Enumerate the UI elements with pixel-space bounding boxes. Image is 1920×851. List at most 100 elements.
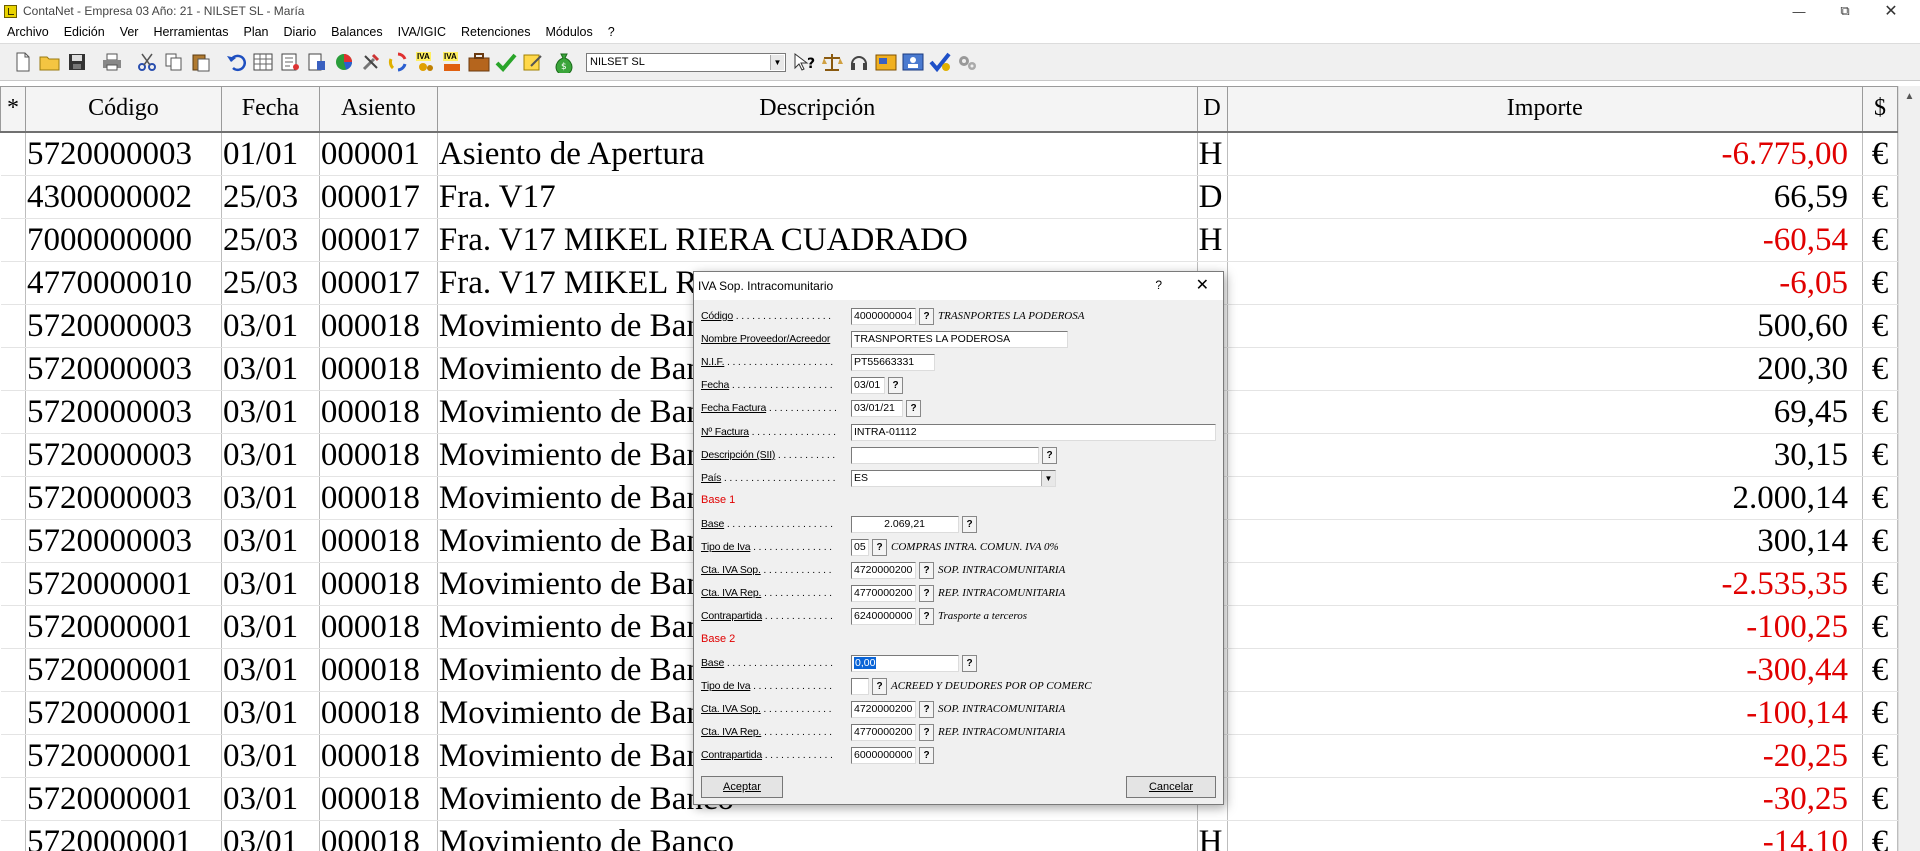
base2-base-input[interactable]: 0,00 — [851, 654, 959, 672]
cell-codigo[interactable]: 5720000003 — [25, 304, 222, 348]
cell-fecha[interactable]: 01/01 — [221, 131, 320, 176]
base2-cta-sop-lookup-button[interactable]: ? — [919, 700, 934, 718]
cell-importe[interactable]: -20,25 — [1227, 734, 1863, 778]
base2-tipo-iva-lookup-button[interactable]: ? — [872, 677, 887, 695]
col-header-star[interactable]: * — [0, 86, 26, 133]
menu-iva-igic[interactable]: IVA/IGIC — [391, 25, 454, 39]
menu-archivo[interactable]: Archivo — [0, 25, 57, 39]
cell-codigo[interactable]: 5720000003 — [25, 519, 222, 563]
cell-star[interactable] — [0, 304, 26, 348]
cell-asiento[interactable]: 000017 — [319, 175, 438, 219]
pie-chart-icon[interactable] — [331, 49, 357, 75]
menu-balances[interactable]: Balances — [324, 25, 390, 39]
base2-cta-rep-lookup-button[interactable]: ? — [919, 723, 934, 741]
headset-icon[interactable] — [846, 49, 872, 75]
col-header-d[interactable]: D — [1196, 86, 1228, 133]
cell-moneda[interactable]: € — [1862, 175, 1898, 219]
iva-repercutido-icon[interactable]: IVA — [439, 49, 465, 75]
base1-base-lookup-button[interactable]: ? — [962, 515, 977, 533]
cell-codigo[interactable]: 5720000001 — [25, 648, 222, 692]
cell-importe[interactable]: 69,45 — [1227, 390, 1863, 434]
cell-asiento[interactable]: 000018 — [319, 562, 438, 606]
nif-input[interactable]: PT55663331 — [851, 353, 935, 371]
iva-soportado-icon[interactable]: IVA — [412, 49, 438, 75]
save-icon[interactable] — [64, 49, 90, 75]
menu-help[interactable]: ? — [601, 25, 623, 39]
cell-moneda[interactable]: € — [1862, 433, 1898, 477]
cell-importe[interactable]: -2.535,35 — [1227, 562, 1863, 606]
cell-moneda[interactable]: € — [1862, 304, 1898, 348]
money-bag-icon[interactable]: $ — [551, 49, 577, 75]
print-icon[interactable] — [99, 49, 125, 75]
gears-icon[interactable] — [954, 49, 980, 75]
refresh-cycle-icon[interactable] — [385, 49, 411, 75]
menu-herramientas[interactable]: Herramientas — [146, 25, 236, 39]
cell-moneda[interactable]: € — [1862, 605, 1898, 649]
cell-codigo[interactable]: 5720000003 — [25, 390, 222, 434]
fecha-input[interactable]: 03/01 — [851, 376, 885, 394]
col-header-importe[interactable]: Importe — [1226, 86, 1863, 133]
cell-descripcion[interactable]: Fra. V17 — [437, 175, 1198, 219]
menu-diario[interactable]: Diario — [277, 25, 325, 39]
menu-modulos[interactable]: Módulos — [539, 25, 601, 39]
aceptar-button[interactable]: Aceptar — [701, 776, 783, 798]
cell-importe[interactable]: 500,60 — [1227, 304, 1863, 348]
cell-importe[interactable]: 66,59 — [1227, 175, 1863, 219]
col-header-moneda[interactable]: $ — [1861, 86, 1898, 133]
cell-importe[interactable]: -60,54 — [1227, 218, 1863, 262]
cell-star[interactable] — [0, 734, 26, 778]
menu-plan[interactable]: Plan — [236, 25, 276, 39]
col-header-asiento[interactable]: Asiento — [318, 86, 438, 133]
cell-codigo[interactable]: 5720000001 — [25, 605, 222, 649]
cell-fecha[interactable]: 03/01 — [221, 304, 320, 348]
cell-fecha[interactable]: 03/01 — [221, 476, 320, 520]
table-row[interactable]: 5720000001 03/01 000018 Movimiento de Banco… — [0, 820, 1898, 851]
report-icon[interactable] — [304, 49, 330, 75]
base1-cta-rep-lookup-button[interactable]: ? — [919, 584, 934, 602]
cell-codigo[interactable]: 5720000001 — [25, 562, 222, 606]
table-row[interactable]: 4300000002 25/03 000017 Fra. V17 D 66,59 € — [0, 175, 1898, 219]
codigo-lookup-button[interactable]: ? — [919, 307, 934, 325]
ledger-icon[interactable] — [277, 49, 303, 75]
cell-star[interactable] — [0, 605, 26, 649]
cell-asiento[interactable]: 000018 — [319, 734, 438, 778]
base2-contrapartida-lookup-button[interactable]: ? — [919, 746, 934, 764]
minimize-icon[interactable]: — — [1776, 0, 1822, 22]
cell-asiento[interactable]: 000018 — [319, 476, 438, 520]
company-select[interactable]: NILSET SL ▼ — [586, 52, 786, 72]
paste-icon[interactable] — [188, 49, 214, 75]
cell-codigo[interactable]: 5720000001 — [25, 691, 222, 735]
briefcase-icon[interactable] — [466, 49, 492, 75]
cell-moneda[interactable]: € — [1862, 519, 1898, 563]
cell-asiento[interactable]: 000018 — [319, 304, 438, 348]
new-document-icon[interactable] — [10, 49, 36, 75]
cell-asiento[interactable]: 000018 — [319, 433, 438, 477]
cell-importe[interactable]: -100,25 — [1227, 605, 1863, 649]
cell-asiento[interactable]: 000018 — [319, 519, 438, 563]
check-blue-icon[interactable] — [927, 49, 953, 75]
cell-fecha[interactable]: 03/01 — [221, 777, 320, 821]
cell-asiento[interactable]: 000017 — [319, 261, 438, 305]
cell-codigo[interactable]: 5720000003 — [25, 476, 222, 520]
cell-importe[interactable]: 200,30 — [1227, 347, 1863, 391]
desc-sii-input[interactable] — [851, 446, 1039, 464]
cell-asiento[interactable]: 000018 — [319, 777, 438, 821]
pais-chevron-down-icon[interactable]: ▼ — [1041, 470, 1055, 486]
cell-moneda[interactable]: € — [1862, 691, 1898, 735]
base1-contrapartida-input[interactable]: 6240000000 — [851, 607, 916, 625]
base2-tipo-iva-input[interactable] — [851, 677, 869, 695]
cell-fecha[interactable]: 03/01 — [221, 390, 320, 434]
cell-codigo[interactable]: 5720000003 — [25, 433, 222, 477]
codigo-input[interactable]: 4000000004 — [851, 307, 916, 325]
fecha-factura-calendar-button[interactable]: ? — [906, 399, 921, 417]
help-pointer-icon[interactable]: ? — [792, 49, 818, 75]
base2-base-lookup-button[interactable]: ? — [962, 654, 977, 672]
base1-contrapartida-lookup-button[interactable]: ? — [919, 607, 934, 625]
cell-moneda[interactable]: € — [1862, 131, 1898, 176]
cell-moneda[interactable]: € — [1862, 218, 1898, 262]
note-pencil-icon[interactable] — [520, 49, 546, 75]
cell-d[interactable]: D — [1197, 175, 1228, 219]
cell-asiento[interactable]: 000018 — [319, 648, 438, 692]
cell-codigo[interactable]: 5720000001 — [25, 820, 222, 851]
cell-star[interactable] — [0, 218, 26, 262]
